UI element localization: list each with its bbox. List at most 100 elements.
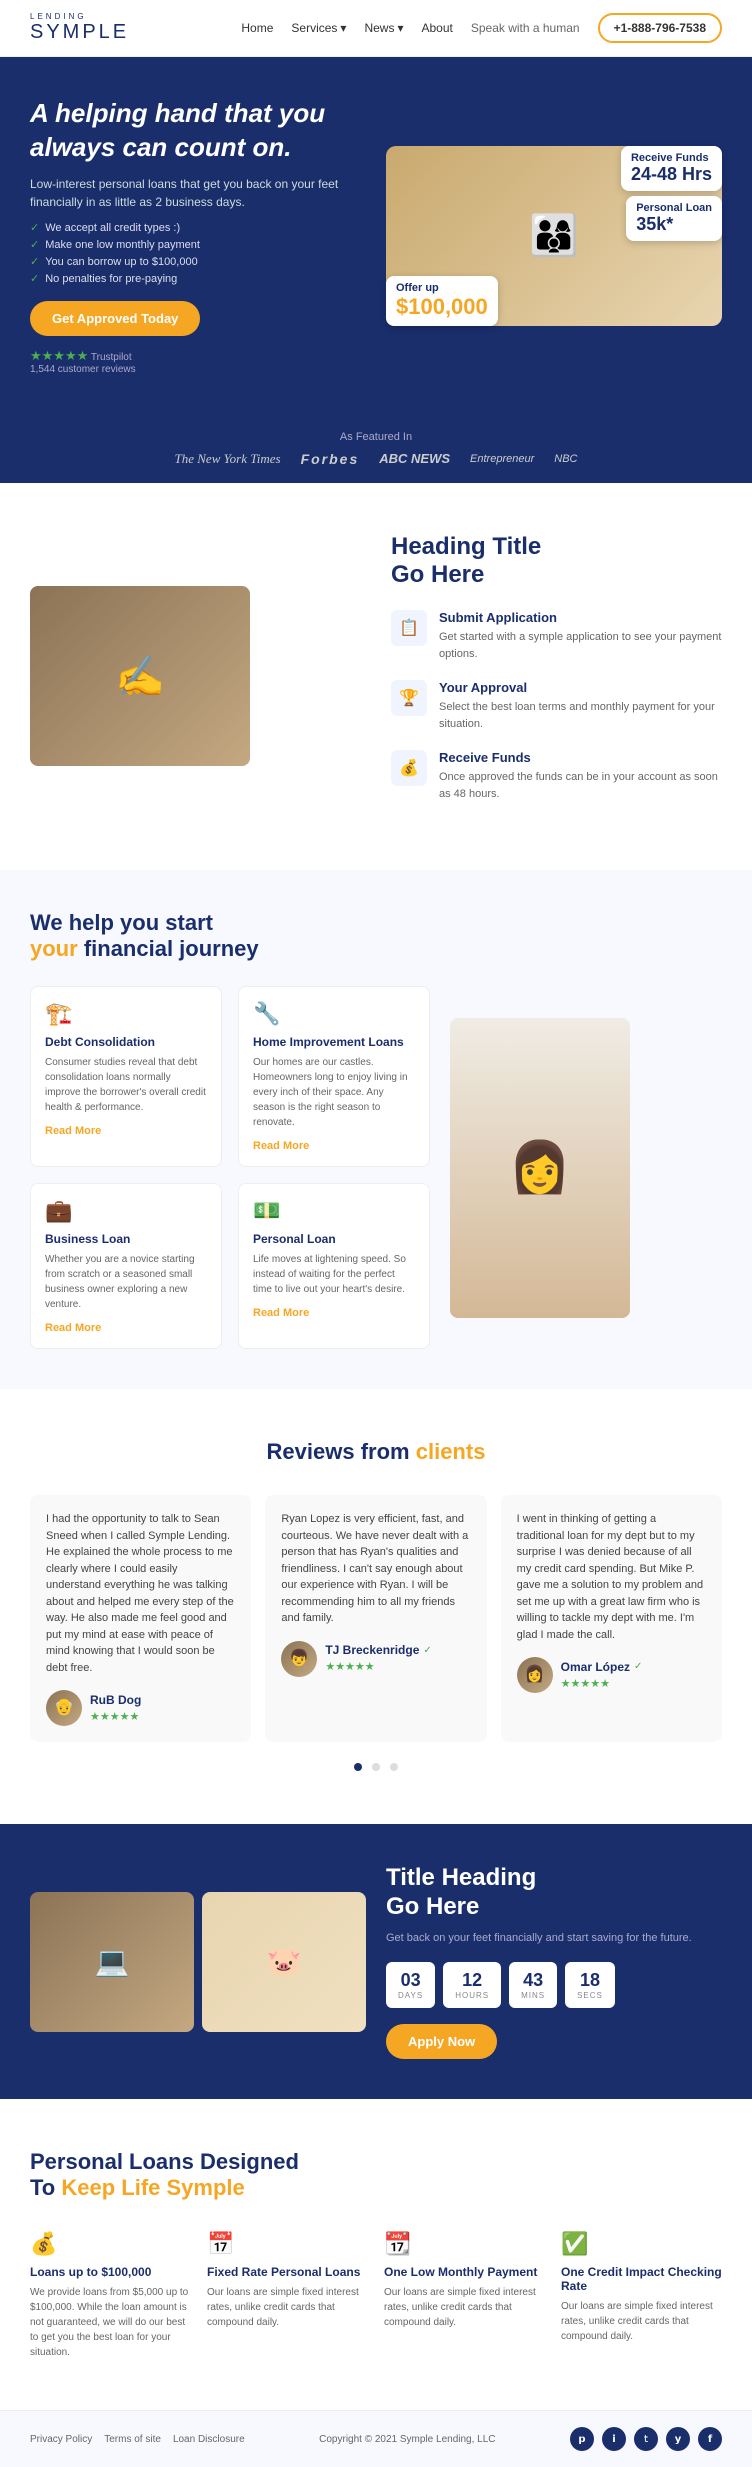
cta-section: 💻 🐷 Title Heading Go Here Get back on yo… (0, 1824, 752, 2099)
journey-card-personal: 💵 Personal Loan Life moves at lightening… (238, 1183, 430, 1349)
fixed-icon: 📅 (207, 2231, 368, 2257)
dot-inactive-1[interactable] (372, 1763, 380, 1771)
personal-desc: Life moves at lightening speed. So inste… (253, 1252, 415, 1297)
reviews-heading-text: Reviews from (267, 1439, 410, 1464)
journey-heading-line2: financial journey (84, 936, 259, 961)
navigation: LENDING SYMPLE Home Services ▾ News ▾ Ab… (0, 0, 752, 57)
hero-cta-button[interactable]: Get Approved Today (30, 301, 200, 336)
cta-images: 💻 🐷 (30, 1892, 366, 2032)
nav-services-dropdown[interactable]: Services ▾ (291, 21, 346, 35)
nav-news[interactable]: News (364, 21, 394, 35)
journey-wrapper: 🏗️ Debt Consolidation Consumer studies r… (30, 986, 722, 1349)
dot-active[interactable] (354, 1763, 362, 1771)
badge-title: Receive Funds (631, 152, 712, 164)
youtube-icon[interactable]: 𝘆 (666, 2427, 690, 2451)
pinterest-icon[interactable]: 𝗽 (570, 2427, 594, 2451)
review-card-2: Ryan Lopez is very efficient, fast, and … (265, 1495, 486, 1742)
review-card-1: I had the opportunity to talk to Sean Sn… (30, 1495, 251, 1742)
review-author-2: 👦 TJ Breckenridge ✓ ★★★★★ (281, 1641, 470, 1677)
review-stars-2: ★★★★★ (325, 1659, 431, 1676)
step-1-icon: 📋 (391, 610, 427, 646)
pl-heading: Personal Loans Designed To Keep Life Sym… (30, 2149, 722, 2201)
hero-image-area: Receive Funds 24-48 Hrs 👨‍👩‍👦 Personal L… (386, 146, 722, 326)
nav-about[interactable]: About (421, 21, 452, 35)
business-read-more[interactable]: Read More (45, 1322, 101, 1334)
reviews-heading-emphasis: clients (416, 1439, 486, 1464)
personal-read-more[interactable]: Read More (253, 1307, 309, 1319)
cta-heading: Title Heading Go Here (386, 1864, 722, 1922)
badge-title: Offer up (396, 282, 488, 294)
reviews-pagination (30, 1758, 722, 1774)
nav-phone-button[interactable]: +1-888-796-7538 (598, 13, 722, 43)
logo: LENDING SYMPLE (30, 12, 129, 44)
footer-terms[interactable]: Terms of site (104, 2434, 161, 2445)
footer-privacy[interactable]: Privacy Policy (30, 2434, 92, 2445)
countdown-secs: 18 SECS (565, 1962, 615, 2008)
personal-icon: 💵 (253, 1198, 415, 1224)
cta-image-1: 💻 (30, 1892, 194, 2032)
how-image-area: ✍️ (30, 586, 361, 766)
stars-icon: ★★★★★ (30, 348, 88, 363)
home-icon: 🔧 (253, 1001, 415, 1027)
nav-home[interactable]: Home (241, 21, 273, 35)
countdown: 03 DAYS 12 HOURS 43 MINS 18 SECS (386, 1962, 722, 2008)
instagram-icon[interactable]: 𝗶 (602, 2427, 626, 2451)
monthly-desc: Our loans are simple fixed interest rate… (384, 2285, 545, 2330)
checklist-item: No penalties for pre-paying (30, 272, 366, 285)
badge-value: $100,000 (396, 294, 488, 320)
review-avatar-2: 👦 (281, 1641, 317, 1677)
journey-card-debt: 🏗️ Debt Consolidation Consumer studies r… (30, 986, 222, 1167)
nav-news-dropdown[interactable]: News ▾ (364, 21, 403, 35)
monthly-title: One Low Monthly Payment (384, 2265, 545, 2279)
how-step-1: 📋 Submit Application Get started with a … (391, 610, 722, 662)
cta-apply-button[interactable]: Apply Now (386, 2024, 497, 2059)
mins-label: MINS (521, 1991, 545, 2000)
twitter-icon[interactable]: 𝗍 (634, 2427, 658, 2451)
hours-label: HOURS (455, 1991, 489, 2000)
footer-social: 𝗽 𝗶 𝗍 𝘆 𝗳 (570, 2427, 722, 2451)
days-value: 03 (398, 1970, 423, 1991)
dot-inactive-2[interactable] (390, 1763, 398, 1771)
cta-heading-line2: Go Here (386, 1893, 479, 1920)
chevron-down-icon: ▾ (340, 21, 346, 35)
nav-services[interactable]: Services (291, 21, 337, 35)
business-icon: 💼 (45, 1198, 207, 1224)
days-label: DAYS (398, 1991, 423, 2000)
cta-image-2: 🐷 (202, 1892, 366, 2032)
how-it-works-section: ✍️ Heading Title Go Here 📋 Submit Applic… (0, 483, 752, 871)
facebook-icon[interactable]: 𝗳 (698, 2427, 722, 2451)
step-2-icon: 🏆 (391, 680, 427, 716)
cta-content: Title Heading Go Here Get back on your f… (386, 1864, 722, 2059)
review-card-3: I went in thinking of getting a traditio… (501, 1495, 722, 1742)
debt-read-more[interactable]: Read More (45, 1125, 101, 1137)
business-title: Business Loan (45, 1232, 207, 1246)
footer-loan-disclosure[interactable]: Loan Disclosure (173, 2434, 245, 2445)
countdown-days: 03 DAYS (386, 1962, 435, 2008)
business-desc: Whether you are a novice starting from s… (45, 1252, 207, 1312)
verified-icon-2: ✓ (423, 1643, 431, 1658)
fixed-title: Fixed Rate Personal Loans (207, 2265, 368, 2279)
pl-grid: 💰 Loans up to $100,000 We provide loans … (30, 2231, 722, 2360)
logo-subtitle: LENDING (30, 12, 129, 21)
hero-badge-offer: Offer up $100,000 (386, 276, 498, 326)
featured-section: As Featured In The New York Times Forbes… (0, 415, 752, 483)
hero-content: A helping hand that you always can count… (30, 97, 366, 375)
hero-heading-emphasis: count on. (175, 132, 292, 162)
journey-person-image: 👩 (450, 1018, 630, 1318)
reviews-grid: I had the opportunity to talk to Sean Sn… (30, 1495, 722, 1742)
journey-heading-emphasis: your (30, 936, 78, 961)
loans-icon: 💰 (30, 2231, 191, 2257)
home-read-more[interactable]: Read More (253, 1140, 309, 1152)
fixed-desc: Our loans are simple fixed interest rate… (207, 2285, 368, 2330)
step-2-desc: Select the best loan terms and monthly p… (439, 699, 722, 732)
review-name-2: TJ Breckenridge (325, 1641, 419, 1659)
checklist-item: Make one low monthly payment (30, 238, 366, 251)
how-content: Heading Title Go Here 📋 Submit Applicati… (391, 533, 722, 821)
how-heading-line2: Go Here (391, 561, 484, 588)
review-avatar-1: 👴 (46, 1690, 82, 1726)
pl-card-loans: 💰 Loans up to $100,000 We provide loans … (30, 2231, 191, 2360)
countdown-mins: 43 MINS (509, 1962, 557, 2008)
nav-speak[interactable]: Speak with a human (471, 21, 580, 35)
checklist-item: You can borrow up to $100,000 (30, 255, 366, 268)
step-1-desc: Get started with a symple application to… (439, 629, 722, 662)
